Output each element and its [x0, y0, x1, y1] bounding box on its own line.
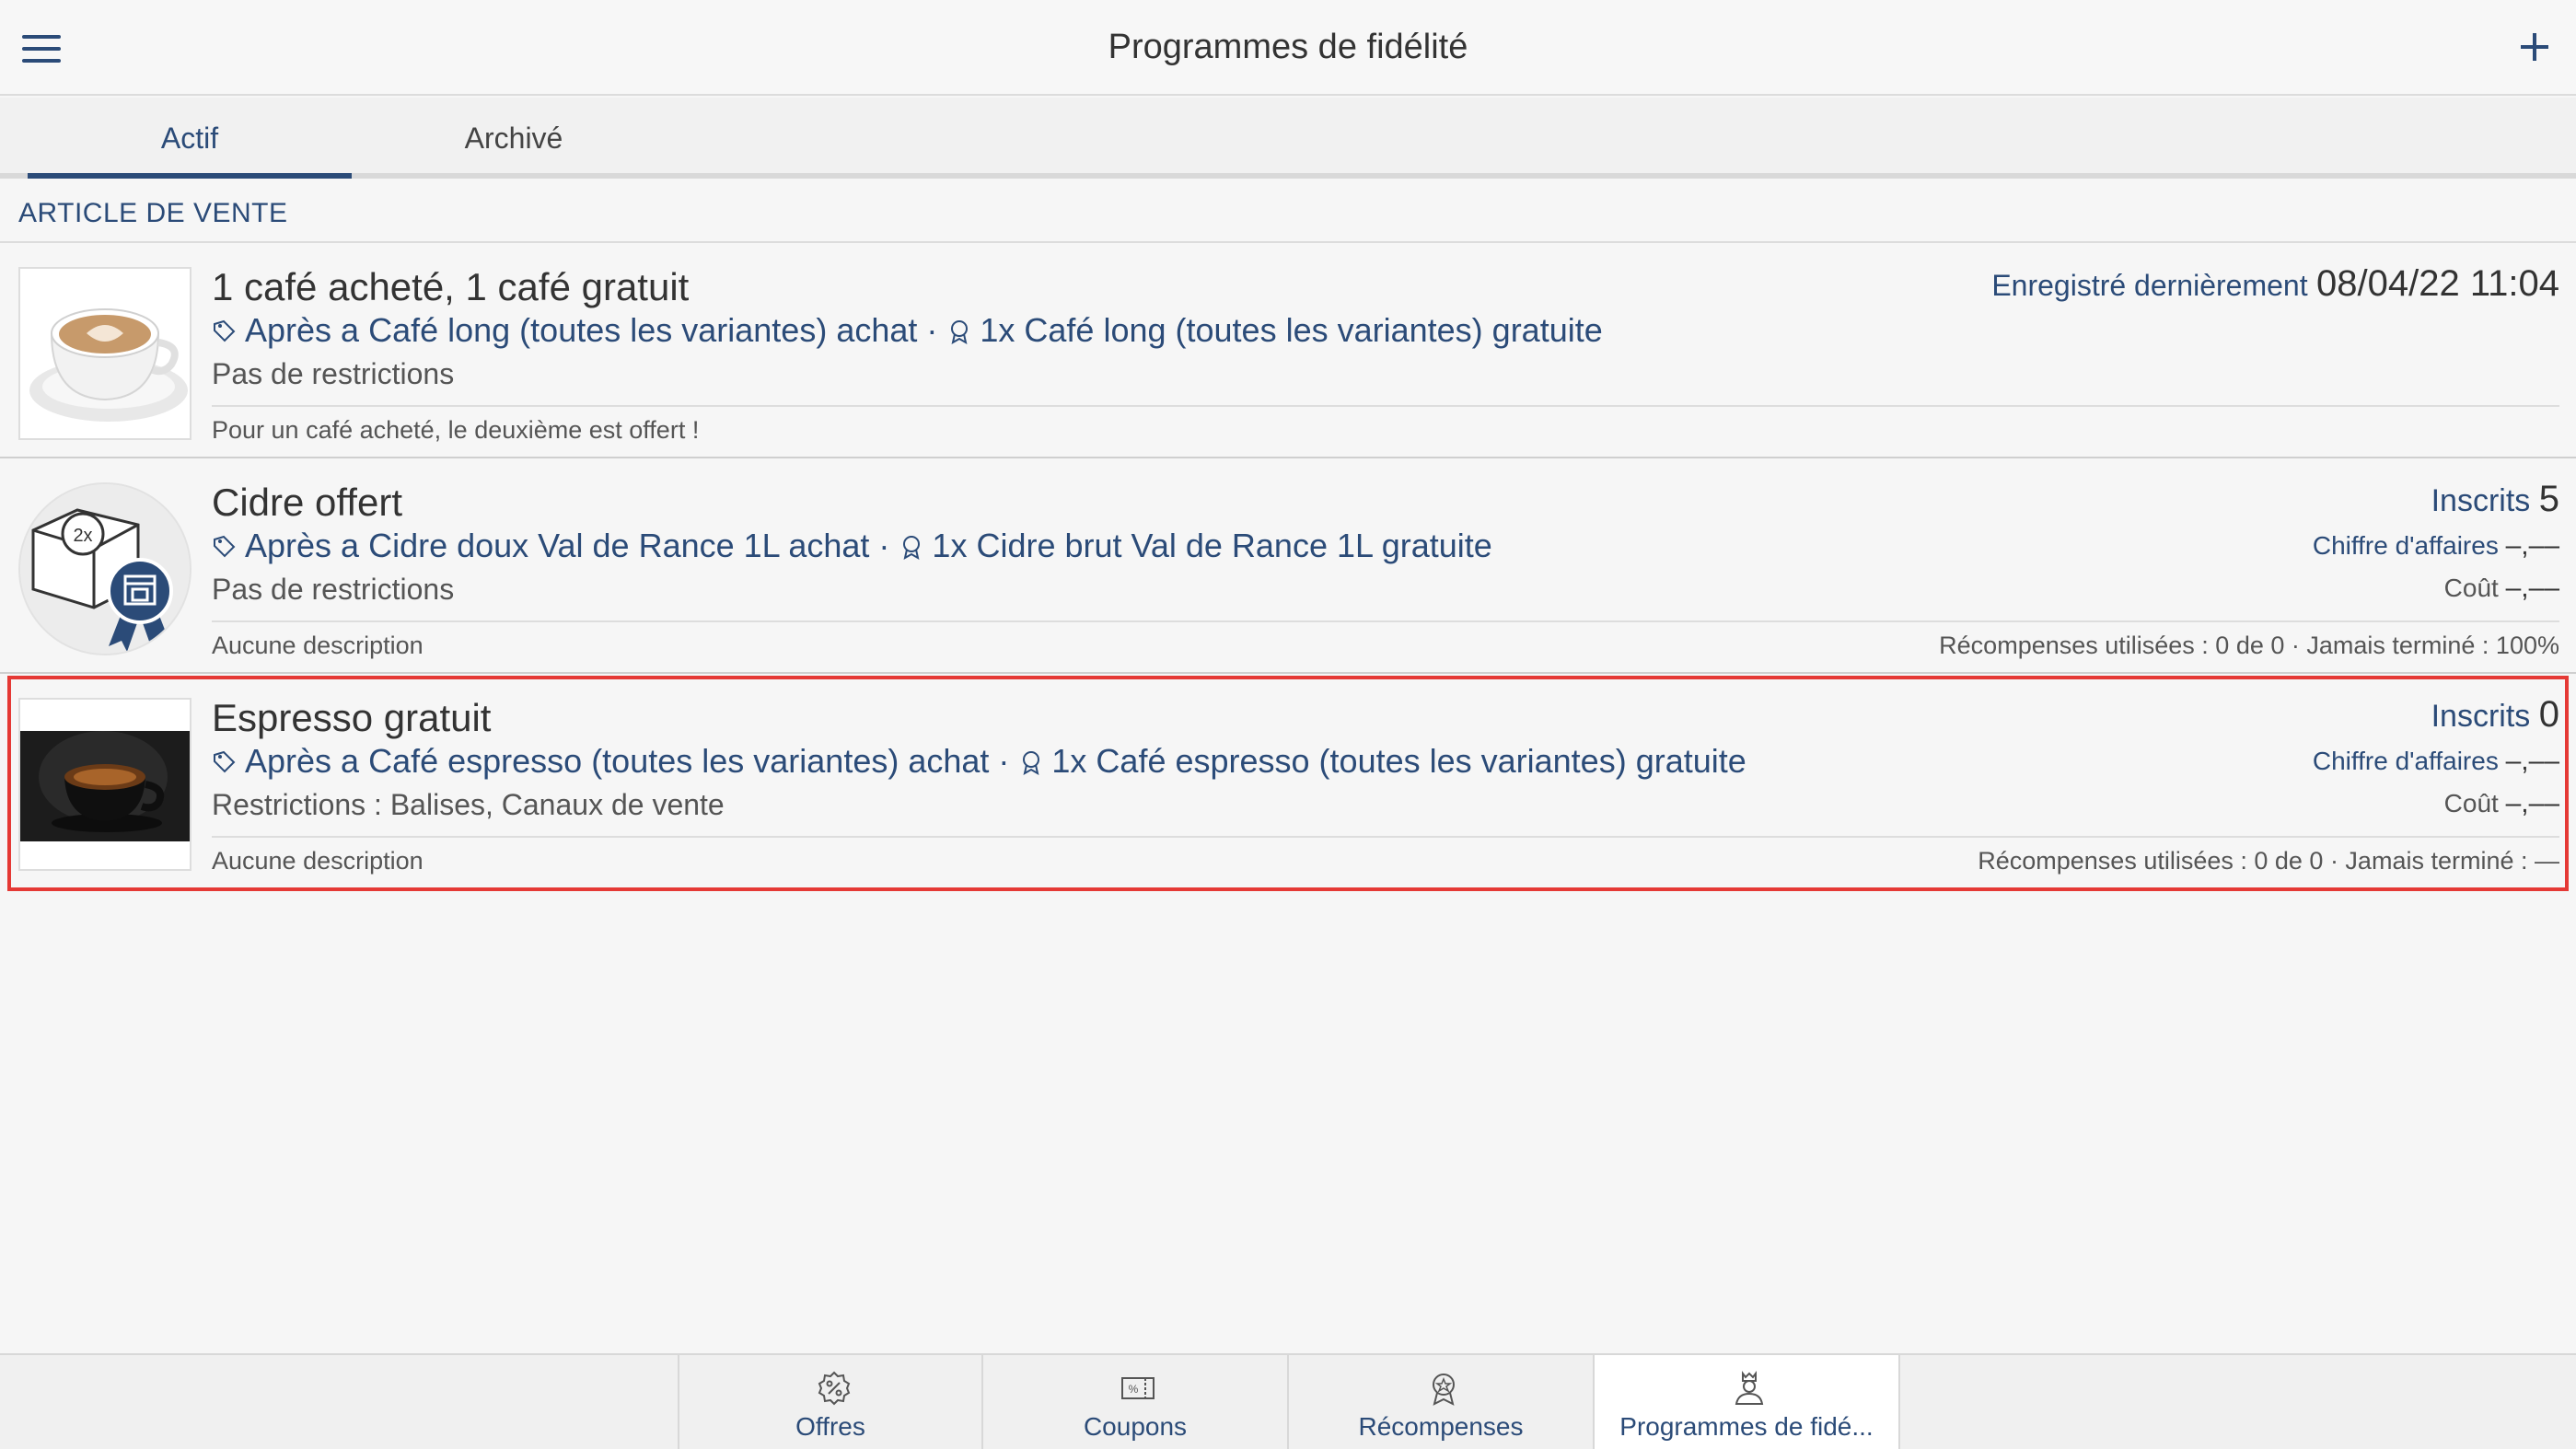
cost: Coût –,––	[2443, 573, 2559, 603]
nav-label: Programmes de fidé...	[1619, 1412, 1874, 1441]
latte-cup-image	[20, 269, 190, 438]
program-info: Espresso gratuit Après a Café espresso (…	[212, 676, 2559, 889]
box-ribbon-icon: 2x	[20, 484, 190, 654]
rule-trigger: Après a Café espresso (toutes les varian…	[245, 742, 990, 780]
program-description: Pour un café acheté, le deuxième est off…	[212, 416, 700, 444]
svg-text:2x: 2x	[73, 526, 92, 546]
program-row[interactable]: Espresso gratuit Après a Café espresso (…	[18, 676, 2559, 889]
purchase-tag-icon	[214, 750, 236, 773]
rule-trigger: Après a Cidre doux Val de Rance 1L achat	[245, 527, 870, 564]
add-program-button[interactable]	[2519, 31, 2550, 63]
divider	[212, 620, 2559, 622]
enrolled-count: Inscrits 0	[2431, 694, 2559, 735]
reward-stats: Récompenses utilisées : 0 de 0 · Jamais …	[1939, 632, 2559, 659]
program-restrictions: Restrictions : Balises, Canaux de vente	[212, 788, 725, 821]
program-restrictions: Pas de restrictions	[212, 573, 455, 606]
nav-label: Récompenses	[1358, 1412, 1524, 1441]
program-row[interactable]: 2x Cidre offert Après a Cidre doux Val d…	[0, 460, 2576, 674]
nav-rewards[interactable]: Récompenses	[1289, 1355, 1595, 1449]
top-bar: Programmes de fidélité	[0, 0, 2576, 96]
section-header: ARTICLE DE VENTE	[0, 179, 2576, 243]
divider	[212, 405, 2559, 407]
enrolled-count: Inscrits 5	[2431, 479, 2559, 519]
purchase-tag-icon	[214, 319, 236, 342]
bottom-nav: Offres % Coupons Récompenses Programmes …	[0, 1353, 2576, 1449]
program-name: Espresso gratuit	[212, 696, 492, 739]
program-name: Cidre offert	[212, 481, 402, 524]
program-thumbnail	[18, 267, 191, 440]
award-icon	[1023, 751, 1040, 775]
loyalty-icon	[1735, 1371, 1764, 1405]
percent-badge-icon	[818, 1371, 851, 1406]
rule-reward: 1x Café espresso (toutes les variantes) …	[1051, 742, 1746, 780]
award-icon	[951, 320, 969, 344]
program-rule: Après a Café espresso (toutes les varian…	[212, 742, 1746, 781]
svg-text:%: %	[1129, 1383, 1139, 1396]
purchase-tag-icon	[214, 535, 236, 558]
tab-bar: Actif Archivé	[0, 98, 2576, 179]
revenue: Chiffre d'affaires –,––	[2312, 530, 2559, 561]
rule-separator: ·	[869, 527, 899, 564]
nav-loyalty-programs[interactable]: Programmes de fidé...	[1595, 1355, 1900, 1449]
revenue: Chiffre d'affaires –,––	[2312, 746, 2559, 776]
divider	[212, 836, 2559, 838]
program-info: 1 café acheté, 1 café gratuit Après a Ca…	[212, 245, 2559, 458]
program-rule: Après a Cidre doux Val de Rance 1L achat…	[212, 527, 1492, 565]
program-rule: Après a Café long (toutes les variantes)…	[212, 311, 1603, 350]
program-thumbnail: 2x	[18, 482, 191, 655]
last-saved: Enregistré dernièrement 08/04/22 11:04	[1991, 263, 2559, 304]
rule-reward: 1x Café long (toutes les variantes) grat…	[980, 311, 1603, 349]
nav-label: Offres	[795, 1412, 865, 1441]
espresso-cup-image	[20, 700, 190, 869]
program-restrictions: Pas de restrictions	[212, 357, 455, 390]
rule-separator: ·	[917, 311, 947, 349]
program-name: 1 café acheté, 1 café gratuit	[212, 265, 690, 308]
reward-stats: Récompenses utilisées : 0 de 0 · Jamais …	[1978, 847, 2559, 875]
rule-reward: 1x Cidre brut Val de Rance 1L gratuite	[932, 527, 1492, 564]
rule-trigger: Après a Café long (toutes les variantes)…	[245, 311, 918, 349]
program-row[interactable]: 1 café acheté, 1 café gratuit Après a Ca…	[0, 245, 2576, 458]
rule-separator: ·	[989, 742, 1019, 780]
award-icon	[903, 536, 921, 560]
cost: Coût –,––	[2443, 788, 2559, 818]
nav-label: Coupons	[1083, 1412, 1188, 1441]
nav-coupons[interactable]: % Coupons	[983, 1355, 1289, 1449]
tab-archived[interactable]: Archivé	[352, 98, 676, 179]
award-icon	[1433, 1374, 1455, 1406]
program-thumbnail	[18, 698, 191, 871]
program-description: Aucune description	[212, 847, 424, 875]
program-description: Aucune description	[212, 632, 424, 659]
program-info: Cidre offert Après a Cidre doux Val de R…	[212, 460, 2559, 674]
coupon-icon: %	[1121, 1377, 1155, 1399]
page-title: Programmes de fidélité	[1108, 28, 1468, 66]
tab-active[interactable]: Actif	[28, 98, 352, 179]
nav-offers[interactable]: Offres	[678, 1355, 983, 1449]
